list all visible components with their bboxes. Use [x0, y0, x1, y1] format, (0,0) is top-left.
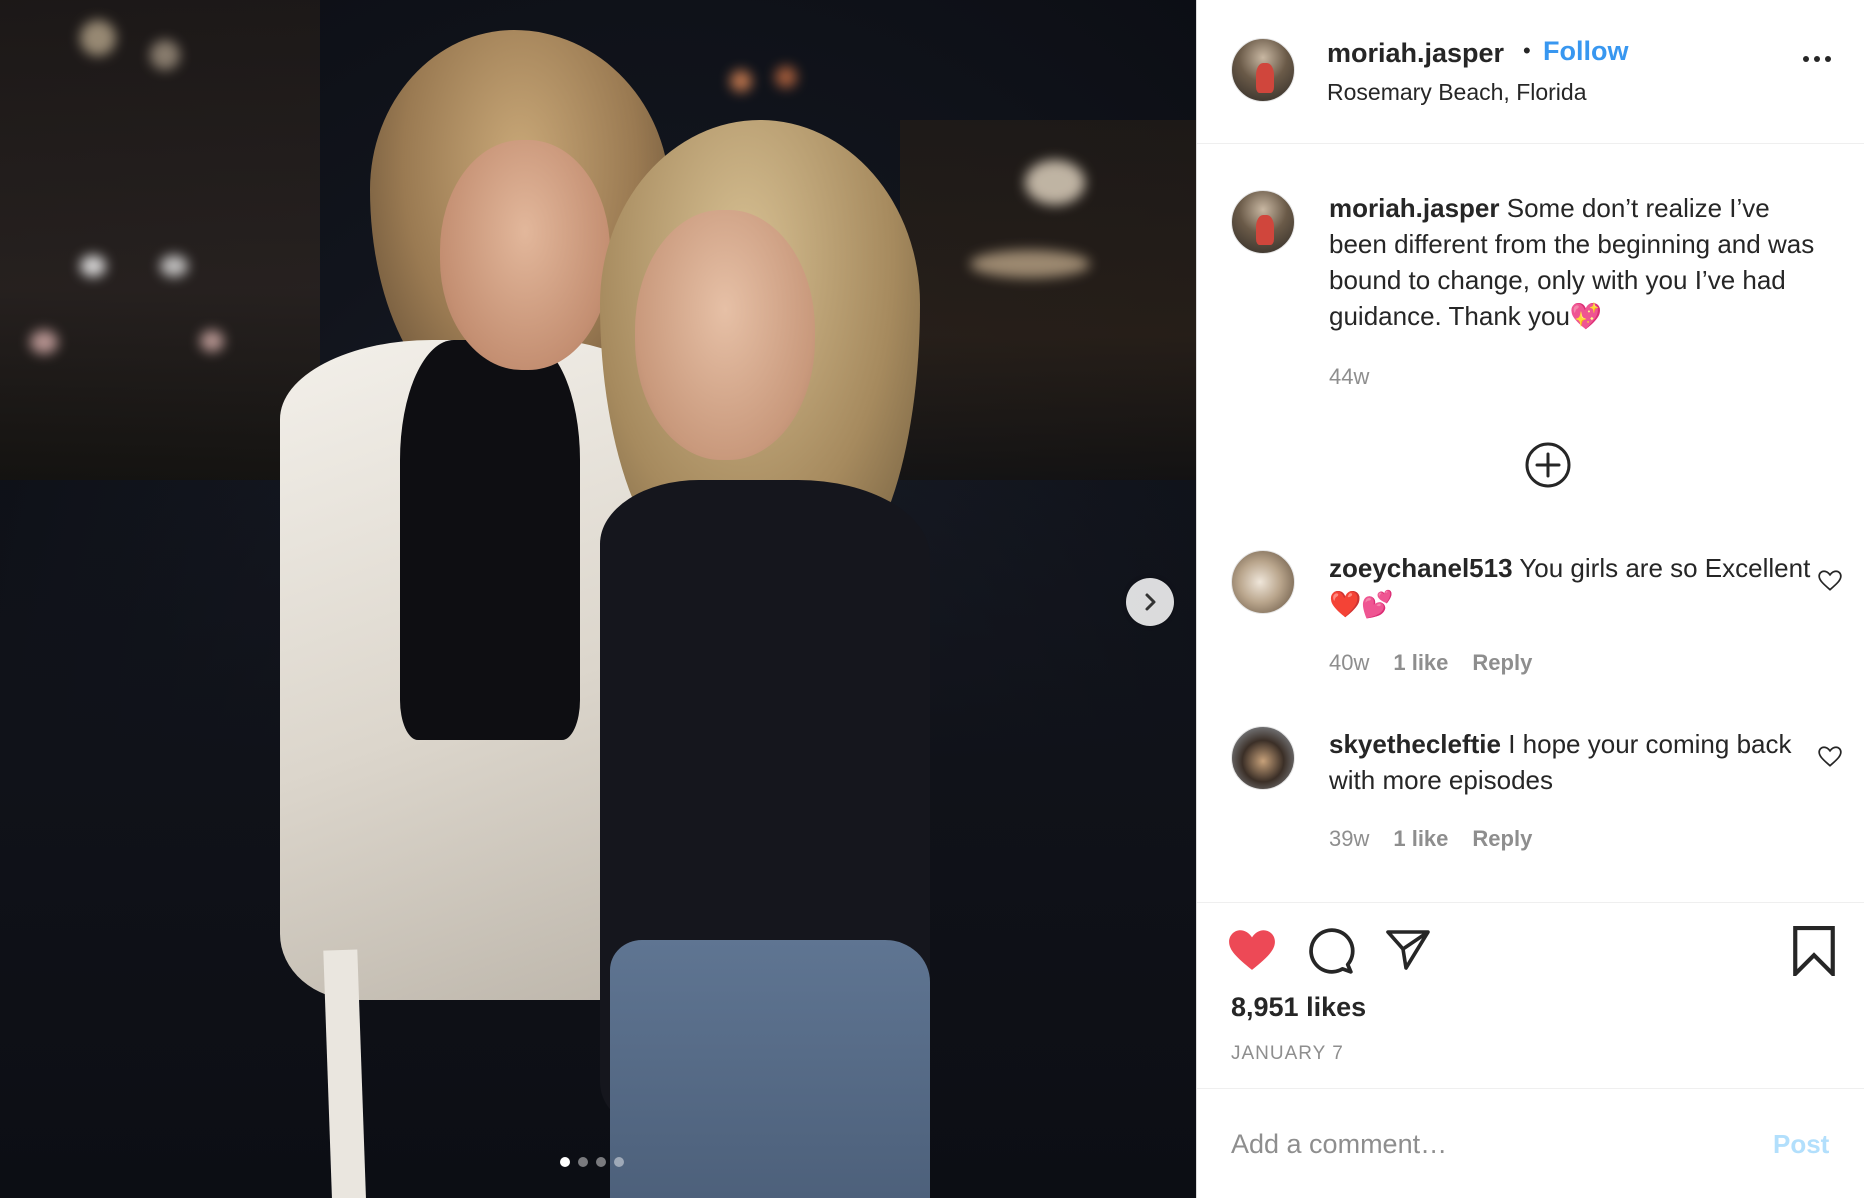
comment-username[interactable]: zoeychanel513 [1329, 553, 1513, 583]
bokeh-light [1025, 160, 1085, 205]
post-photo[interactable] [0, 0, 1196, 1198]
post-date[interactable]: JANUARY 7 [1231, 1043, 1344, 1065]
bookmark-icon[interactable] [1791, 926, 1837, 976]
bokeh-light [80, 20, 116, 56]
reply-button[interactable]: Reply [1472, 826, 1532, 852]
bokeh-light [150, 40, 180, 70]
bokeh-light [200, 330, 224, 352]
comment-input[interactable] [1231, 1129, 1731, 1160]
bokeh-light [30, 330, 58, 354]
caption-username[interactable]: moriah.jasper [1329, 193, 1500, 223]
heart-outline-icon[interactable] [1817, 568, 1843, 594]
likes-count[interactable]: 8,951 likes [1231, 992, 1366, 1023]
heart-filled-icon[interactable] [1227, 926, 1277, 972]
separator-dot: • [1523, 38, 1531, 63]
comment-likes[interactable]: 1 like [1393, 826, 1448, 852]
comment-age[interactable]: 39w [1329, 826, 1369, 852]
instagram-post-view: moriah.jasper • Follow Rosemary Beach, F… [0, 0, 1864, 1198]
bokeh-light [80, 255, 106, 277]
comment-bubble-icon[interactable] [1305, 926, 1355, 976]
post-header: moriah.jasper • Follow Rosemary Beach, F… [1197, 0, 1864, 144]
carousel-indicator [560, 1157, 624, 1167]
comment: skyethecleftie I hope your coming back w… [1329, 726, 1829, 798]
comment-meta: 40w 1 like Reply [1329, 650, 1532, 676]
caption-age[interactable]: 44w [1329, 364, 1369, 390]
bokeh-light [160, 255, 188, 277]
bokeh-light [730, 70, 752, 92]
caption: moriah.jasper Some don’t realize I’ve be… [1329, 190, 1829, 334]
caption-meta: 44w [1329, 364, 1369, 390]
carousel-dot [596, 1157, 606, 1167]
carousel-dot [560, 1157, 570, 1167]
person-right [560, 120, 980, 1198]
chevron-right-icon [1145, 593, 1156, 611]
caption-avatar[interactable] [1231, 190, 1295, 254]
paper-plane-icon[interactable] [1383, 926, 1433, 974]
post-button[interactable]: Post [1773, 1129, 1829, 1160]
comment-likes[interactable]: 1 like [1393, 650, 1448, 676]
author-username[interactable]: moriah.jasper [1327, 38, 1504, 69]
action-bar-divider [1197, 902, 1864, 903]
reply-button[interactable]: Reply [1472, 650, 1532, 676]
next-photo-button[interactable] [1126, 578, 1174, 626]
post-side-panel: moriah.jasper • Follow Rosemary Beach, F… [1196, 0, 1864, 1198]
comment-composer: Post [1197, 1088, 1864, 1198]
background-building-left [0, 0, 320, 480]
post-location[interactable]: Rosemary Beach, Florida [1327, 79, 1587, 106]
carousel-dot [578, 1157, 588, 1167]
follow-button[interactable]: Follow [1543, 36, 1628, 67]
comment-meta: 39w 1 like Reply [1329, 826, 1532, 852]
avatar[interactable] [1231, 38, 1295, 102]
bokeh-light [970, 250, 1090, 278]
comment-username[interactable]: skyethecleftie [1329, 729, 1501, 759]
comment: zoeychanel513 You girls are so Excellent… [1329, 550, 1829, 622]
bokeh-light [775, 66, 797, 88]
comment-age[interactable]: 40w [1329, 650, 1369, 676]
avatar[interactable] [1231, 726, 1295, 790]
avatar[interactable] [1231, 550, 1295, 614]
carousel-dot [614, 1157, 624, 1167]
plus-circle-icon[interactable] [1523, 440, 1573, 490]
heart-outline-icon[interactable] [1817, 744, 1843, 770]
more-dots-icon[interactable] [1803, 56, 1831, 62]
